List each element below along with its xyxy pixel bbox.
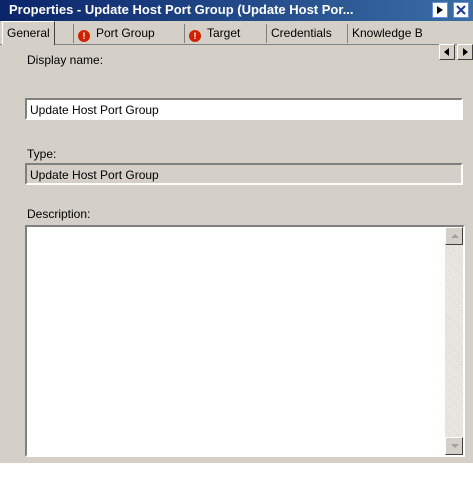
tab-label: Knowledge B	[352, 26, 423, 40]
arrow-up-icon	[451, 234, 459, 238]
tab-scroll-left-button[interactable]	[439, 44, 455, 60]
warning-icon: !	[189, 30, 201, 42]
tab-target[interactable]: ! Target	[184, 24, 244, 43]
arrow-right-icon	[463, 48, 468, 56]
tab-label: General	[7, 26, 50, 40]
tab-port-group[interactable]: ! Port Group	[73, 24, 159, 43]
scroll-up-button[interactable]	[445, 227, 463, 245]
tab-label: Credentials	[271, 26, 332, 40]
description-label: Description:	[27, 207, 91, 221]
properties-window: Properties - Update Host Port Group (Upd…	[0, 0, 473, 463]
tab-strip: General ! Port Group ! Target Credentials …	[0, 21, 473, 60]
tab-scroll-arrows	[437, 44, 473, 60]
window-title: Properties - Update Host Port Group (Upd…	[9, 2, 354, 17]
close-icon	[456, 5, 466, 15]
arrow-right-icon	[437, 6, 443, 14]
arrow-down-icon	[451, 444, 459, 448]
display-name-input[interactable]: Update Host Port Group	[25, 98, 463, 120]
title-bar[interactable]: Properties - Update Host Port Group (Upd…	[0, 0, 473, 21]
tab-credentials[interactable]: Credentials	[266, 24, 336, 43]
arrow-left-icon	[444, 48, 449, 56]
tab-label: Target	[207, 26, 241, 40]
type-label: Type:	[27, 147, 57, 161]
display-name-label: Display name:	[27, 53, 104, 67]
warning-icon: !	[78, 30, 90, 42]
forward-button[interactable]	[432, 2, 448, 18]
vertical-scrollbar[interactable]	[445, 227, 463, 455]
description-textarea[interactable]	[25, 225, 465, 457]
description-text	[27, 227, 463, 233]
tab-knowledge-base[interactable]: Knowledge B	[347, 24, 427, 43]
scroll-down-button[interactable]	[445, 437, 463, 455]
tab-general[interactable]: General	[2, 21, 55, 45]
close-button[interactable]	[453, 2, 469, 18]
tab-label: Port Group	[96, 26, 155, 40]
tab-scroll-right-button[interactable]	[457, 44, 473, 60]
type-field: Update Host Port Group	[25, 163, 463, 185]
